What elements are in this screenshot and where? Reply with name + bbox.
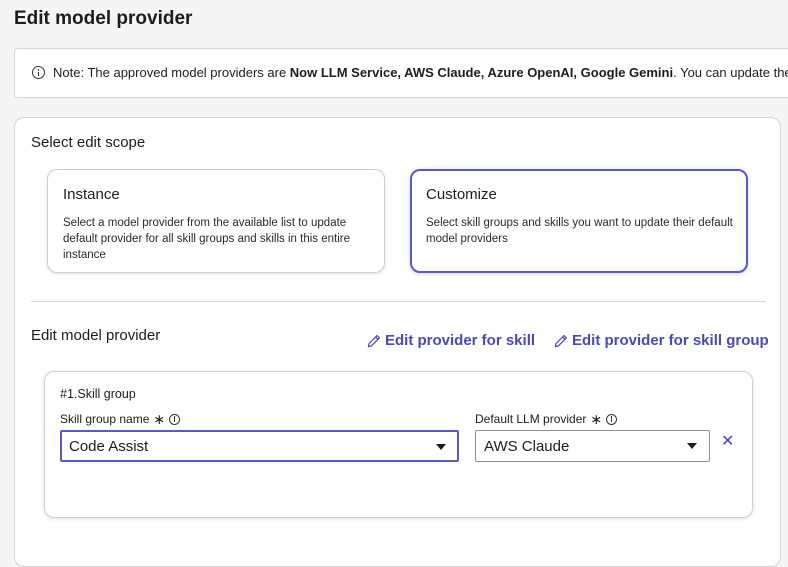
pencil-icon [554, 334, 568, 347]
default-llm-provider-label: Default LLM provider ∗ [475, 411, 618, 427]
info-icon [32, 66, 45, 79]
note-prefix: Note: The approved model providers are [53, 65, 290, 80]
scope-option-instance[interactable]: Instance Select a model provider from th… [47, 169, 385, 273]
scope-option-description: Select a model provider from the availab… [63, 217, 350, 261]
scope-option-customize[interactable]: Customize Select skill groups and skills… [410, 169, 748, 273]
note-text: Note: The approved model providers are N… [53, 65, 788, 80]
select-edit-scope-heading: Select edit scope [31, 134, 146, 151]
skill-group-name-value: Code Assist [69, 438, 149, 455]
chevron-down-icon [436, 444, 446, 450]
skill-group-name-select[interactable]: Code Assist [60, 430, 459, 462]
skill-group-name-label: Skill group name ∗ [60, 411, 181, 427]
edit-model-provider-heading: Edit model provider [31, 327, 161, 344]
scope-option-title: Instance [63, 186, 120, 203]
note-suffix: . You can update the defa [673, 65, 788, 80]
page-title: Edit model provider [14, 8, 193, 29]
default-llm-provider-value: AWS Claude [484, 438, 570, 455]
note-providers: Now LLM Service, AWS Claude, Azure OpenA… [289, 65, 674, 80]
default-llm-provider-label-text: Default LLM provider [475, 412, 587, 426]
scope-option-title: Customize [426, 186, 497, 203]
skill-group-name-label-text: Skill group name [60, 412, 150, 426]
remove-skill-group-icon[interactable]: ✕ [721, 431, 734, 451]
edit-provider-for-skill-label: Edit provider for skill [385, 332, 536, 349]
scope-option-description: Select skill groups and skills you want … [426, 217, 733, 245]
approved-providers-note: Note: The approved model providers are N… [14, 48, 788, 98]
edit-provider-for-skill-group-button[interactable]: Edit provider for skill group [554, 332, 769, 349]
info-icon[interactable] [169, 413, 181, 425]
section-divider [31, 301, 766, 302]
edit-scope-panel: Select edit scope Instance Select a mode… [14, 117, 781, 567]
edit-provider-for-skill-group-label: Edit provider for skill group [572, 332, 769, 349]
edit-provider-for-skill-button[interactable]: Edit provider for skill [367, 332, 535, 349]
skill-group-title: #1.Skill group [60, 387, 136, 401]
required-asterisk-icon: ∗ [590, 411, 603, 427]
default-llm-provider-select[interactable]: AWS Claude [475, 430, 710, 462]
chevron-down-icon [687, 443, 697, 449]
info-icon[interactable] [606, 413, 618, 425]
required-asterisk-icon: ∗ [153, 411, 166, 427]
skill-group-card: #1.Skill group Skill group name ∗ Code A… [44, 371, 753, 518]
pencil-icon [367, 334, 381, 347]
